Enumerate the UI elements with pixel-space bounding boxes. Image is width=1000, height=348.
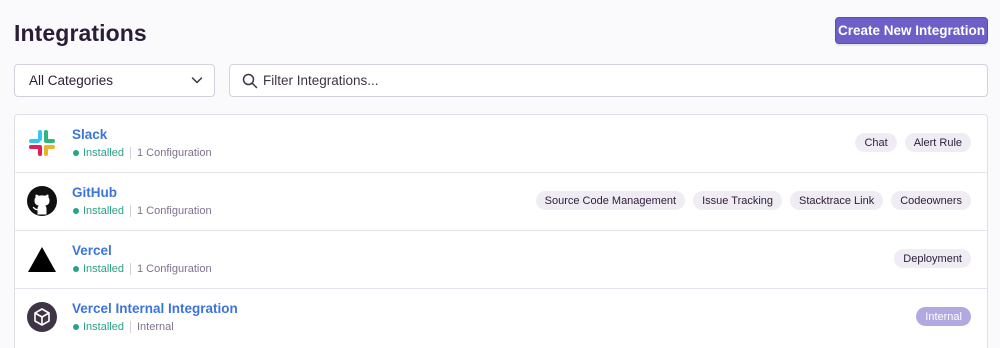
installed-dot-icon	[73, 150, 79, 156]
divider	[129, 263, 131, 275]
integration-name[interactable]: Vercel Internal Integration	[72, 301, 238, 316]
integration-name[interactable]: Vercel	[72, 243, 112, 258]
page-title: Integrations	[14, 20, 147, 46]
feature-tag: Source Code Management	[535, 191, 686, 210]
page-header: Integrations Create New Integration	[0, 0, 1000, 62]
search-box[interactable]	[229, 64, 988, 97]
feature-tag: Codeowners	[891, 191, 971, 210]
integration-name[interactable]: GitHub	[72, 185, 117, 200]
integration-row: Vercel Installed 1 Configuration Deploym…	[15, 231, 987, 289]
integration-status: Installed 1 Configuration	[72, 146, 212, 160]
feature-tags: Internal	[916, 307, 971, 326]
integration-status: Installed 1 Configuration	[72, 262, 212, 276]
vercel-logo-icon	[28, 247, 56, 272]
configuration-count: 1 Configuration	[136, 205, 212, 217]
integration-row: Slack Installed 1 Configuration Chat Ale…	[15, 115, 987, 173]
integration-status: Installed 1 Configuration	[72, 204, 212, 218]
feature-tag: Issue Tracking	[693, 191, 783, 210]
internal-integration-icon	[27, 302, 57, 332]
divider	[129, 147, 131, 159]
installed-dot-icon	[73, 208, 79, 214]
integration-row: Vercel Internal Integration Installed In…	[15, 289, 987, 347]
installed-label: Installed	[83, 321, 124, 333]
configuration-count: 1 Configuration	[136, 263, 212, 275]
slack-logo-icon	[29, 130, 55, 156]
feature-tags: Deployment	[894, 249, 971, 268]
integration-status: Installed Internal	[72, 320, 174, 334]
category-select-value: All Categories	[29, 73, 114, 88]
feature-tag: Deployment	[894, 249, 971, 268]
search-icon	[242, 73, 258, 89]
integration-row: GitHub Installed 1 Configuration Source …	[15, 173, 987, 231]
internal-tag: Internal	[916, 307, 971, 326]
feature-tag: Chat	[855, 133, 897, 152]
github-logo-icon	[27, 186, 57, 216]
integration-name[interactable]: Slack	[72, 127, 107, 142]
integration-type: Internal	[136, 321, 174, 333]
feature-tag: Alert Rule	[904, 133, 971, 152]
category-select[interactable]: All Categories	[14, 64, 215, 97]
search-input[interactable]	[263, 65, 963, 96]
integration-list: Slack Installed 1 Configuration Chat Ale…	[14, 114, 988, 348]
filter-bar: All Categories	[0, 64, 1000, 98]
installed-dot-icon	[73, 324, 79, 330]
configuration-count: 1 Configuration	[136, 147, 212, 159]
feature-tags: Source Code Management Issue Tracking St…	[535, 191, 971, 210]
installed-label: Installed	[83, 147, 124, 159]
divider	[129, 205, 131, 217]
divider	[129, 321, 131, 333]
installed-label: Installed	[83, 205, 124, 217]
feature-tag: Stacktrace Link	[790, 191, 884, 210]
installed-label: Installed	[83, 263, 124, 275]
create-new-integration-button[interactable]: Create New Integration	[835, 17, 988, 44]
feature-tags: Chat Alert Rule	[855, 133, 971, 152]
installed-dot-icon	[73, 266, 79, 272]
chevron-down-icon	[191, 77, 203, 84]
